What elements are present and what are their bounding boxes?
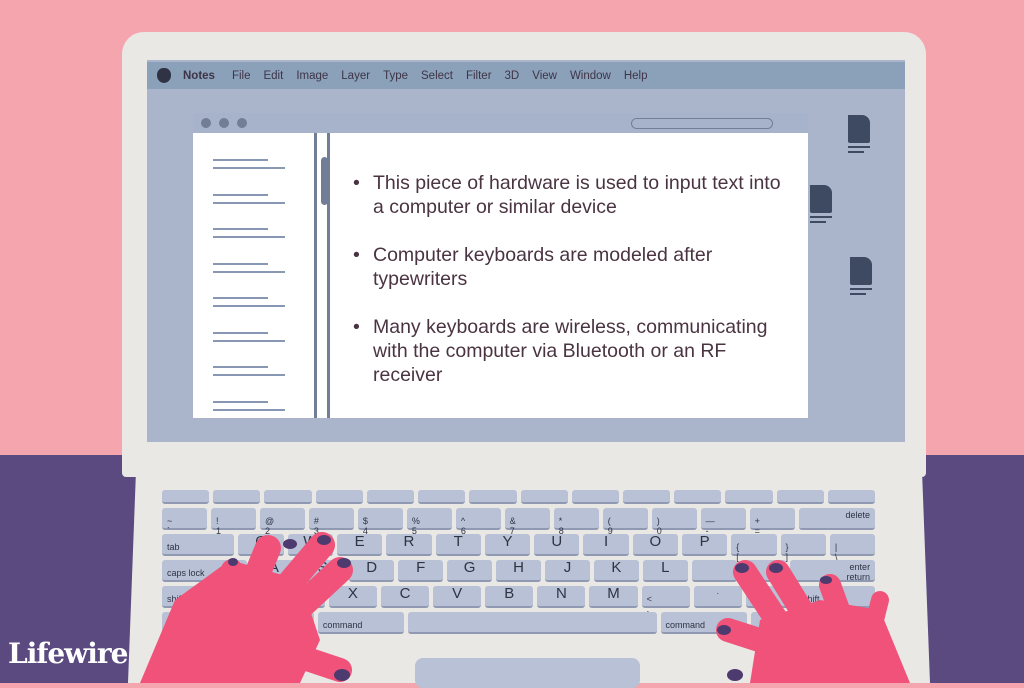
lifewire-logo: Lifewire xyxy=(8,637,128,670)
hands-illustration xyxy=(140,532,910,683)
